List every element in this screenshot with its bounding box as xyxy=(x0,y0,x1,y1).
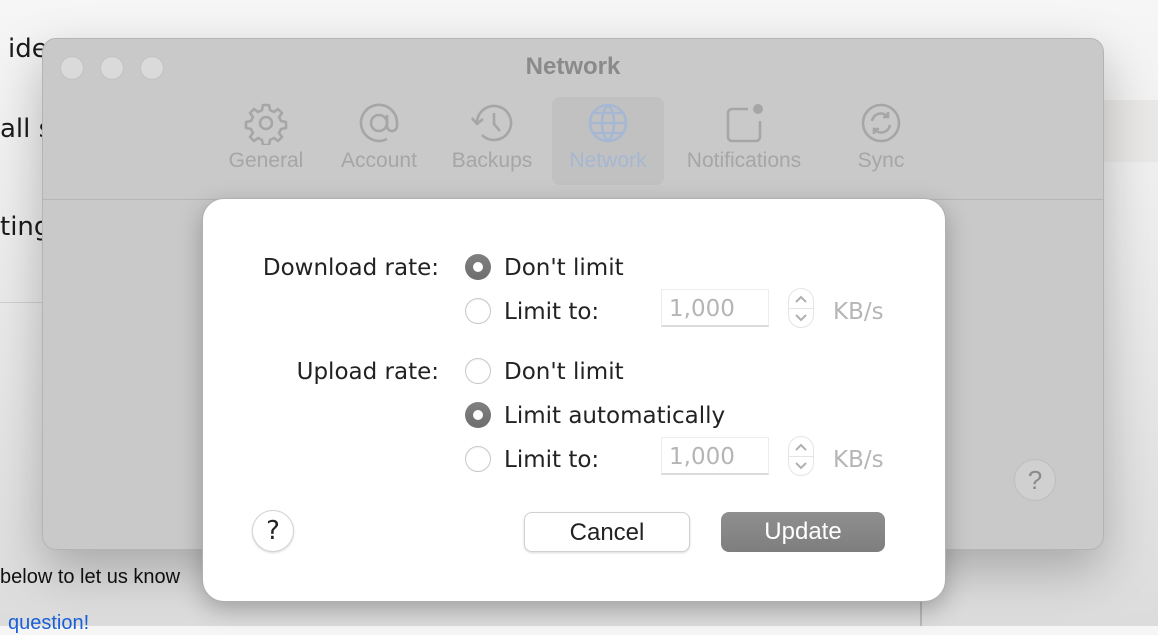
download-limit-to-radio[interactable] xyxy=(465,298,491,324)
tab-general[interactable]: General xyxy=(219,97,313,185)
at-sign-icon xyxy=(359,103,399,143)
upload-limit-stepper[interactable] xyxy=(788,436,814,476)
tab-sync[interactable]: Sync xyxy=(843,97,919,185)
notification-badge-icon xyxy=(726,104,763,143)
tab-network[interactable]: Network xyxy=(552,97,664,185)
background-divider xyxy=(920,600,922,626)
help-button[interactable]: ? xyxy=(252,510,294,552)
window-title: Network xyxy=(525,53,621,80)
download-rate-label: Download rate: xyxy=(262,255,439,281)
window-help-button[interactable]: ? xyxy=(1014,459,1056,501)
globe-icon xyxy=(588,103,628,143)
tab-label: Account xyxy=(341,149,417,172)
update-button[interactable]: Update xyxy=(721,512,885,552)
preferences-toolbar: General Account Backups Network Notifica… xyxy=(43,95,1103,199)
chevron-up-icon xyxy=(795,443,807,451)
tab-account[interactable]: Account xyxy=(331,97,427,185)
background-link[interactable]: question! xyxy=(8,612,89,635)
upload-dont-limit-label[interactable]: Don't limit xyxy=(504,359,624,385)
tab-label: Notifications xyxy=(686,149,802,172)
cancel-button[interactable]: Cancel xyxy=(524,512,690,552)
tab-label: Network xyxy=(569,149,647,172)
upload-limit-field[interactable]: 1,000 xyxy=(661,437,769,475)
history-clock-icon xyxy=(471,104,513,142)
download-unit-label: KB/s xyxy=(833,299,884,325)
upload-limit-automatically-label[interactable]: Limit automatically xyxy=(504,403,725,429)
download-limit-field[interactable]: 1,000 xyxy=(661,289,769,327)
tab-label: Sync xyxy=(857,149,905,172)
upload-rate-label: Upload rate: xyxy=(296,359,439,385)
tab-backups[interactable]: Backups xyxy=(445,97,539,185)
upload-unit-label: KB/s xyxy=(833,447,884,473)
tab-notifications[interactable]: Notifications xyxy=(677,97,811,185)
upload-dont-limit-radio[interactable] xyxy=(465,358,491,384)
download-dont-limit-label[interactable]: Don't limit xyxy=(504,255,624,281)
download-limit-stepper[interactable] xyxy=(788,288,814,328)
chevron-up-icon xyxy=(795,295,807,303)
sync-icon xyxy=(861,103,901,143)
background-band xyxy=(1102,100,1158,162)
download-limit-to-label[interactable]: Limit to: xyxy=(504,299,599,325)
download-dont-limit-radio[interactable] xyxy=(465,254,491,280)
tab-label: General xyxy=(228,149,304,172)
tab-label: Backups xyxy=(451,149,533,172)
bandwidth-sheet: Download rate: Don't limit Limit to: 1,0… xyxy=(202,198,946,602)
upload-limit-to-label[interactable]: Limit to: xyxy=(504,447,599,473)
background-divider xyxy=(0,302,42,303)
chevron-down-icon xyxy=(795,462,807,470)
upload-limit-to-radio[interactable] xyxy=(465,446,491,472)
upload-limit-automatically-radio[interactable] xyxy=(465,402,491,428)
chevron-down-icon xyxy=(795,314,807,322)
background-text: below to let us know xyxy=(0,566,181,588)
gear-icon xyxy=(244,103,288,145)
